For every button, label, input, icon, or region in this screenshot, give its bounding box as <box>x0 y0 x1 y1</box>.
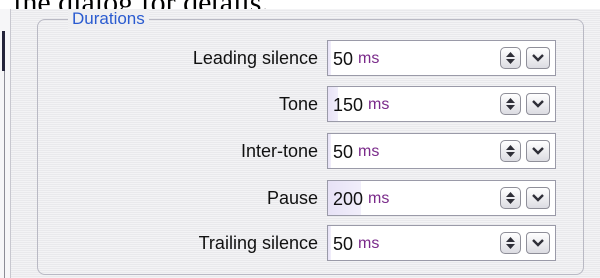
up-down-spinner-icon[interactable] <box>500 232 521 254</box>
leading-silence-value[interactable]: 50 <box>333 48 353 70</box>
chevron-down-icon[interactable] <box>526 93 550 115</box>
chevron-down-icon[interactable] <box>526 47 550 69</box>
trailing-silence-value[interactable]: 50 <box>333 233 353 255</box>
up-down-spinner-icon[interactable] <box>500 140 521 162</box>
up-down-spinner-icon[interactable] <box>500 47 521 69</box>
leading-silence-label: Leading silence <box>192 48 318 68</box>
pause-value[interactable]: 200 <box>333 188 363 210</box>
trailing-silence-field[interactable]: 50 ms <box>327 225 556 261</box>
value-level-bar <box>328 134 331 168</box>
chevron-down-icon[interactable] <box>526 140 550 162</box>
tone-label: Tone <box>278 94 318 114</box>
pause-field[interactable]: 200 ms <box>327 180 556 216</box>
unit-label: ms <box>358 235 380 252</box>
unit-label: ms <box>368 190 390 207</box>
tone-field[interactable]: 150 ms <box>327 86 556 122</box>
value-level-bar <box>328 226 331 260</box>
up-down-spinner-icon[interactable] <box>500 187 521 209</box>
row-inter-tone: Inter-tone 50 ms <box>0 133 600 169</box>
row-trailing-silence: Trailing silence 50 ms <box>0 225 600 261</box>
inter-tone-field[interactable]: 50 ms <box>327 133 556 169</box>
value-level-bar <box>328 41 331 75</box>
row-tone: Tone 150 ms <box>0 86 600 122</box>
tone-value[interactable]: 150 <box>333 94 363 116</box>
unit-label: ms <box>368 96 390 113</box>
unit-label: ms <box>358 143 380 160</box>
trailing-silence-label: Trailing silence <box>198 233 318 253</box>
up-down-spinner-icon[interactable] <box>500 93 521 115</box>
pause-label: Pause <box>266 188 318 208</box>
chevron-down-icon[interactable] <box>526 232 550 254</box>
group-title: Durations <box>68 9 149 29</box>
chevron-down-icon[interactable] <box>526 187 550 209</box>
inter-tone-label: Inter-tone <box>240 141 318 161</box>
durations-settings-screen: the dialog for details. Durations Leadin… <box>0 0 600 278</box>
unit-label: ms <box>358 50 380 67</box>
leading-silence-field[interactable]: 50 ms <box>327 40 556 76</box>
inter-tone-value[interactable]: 50 <box>333 141 353 163</box>
row-leading-silence: Leading silence 50 ms <box>0 40 600 76</box>
row-pause: Pause 200 ms <box>0 180 600 216</box>
